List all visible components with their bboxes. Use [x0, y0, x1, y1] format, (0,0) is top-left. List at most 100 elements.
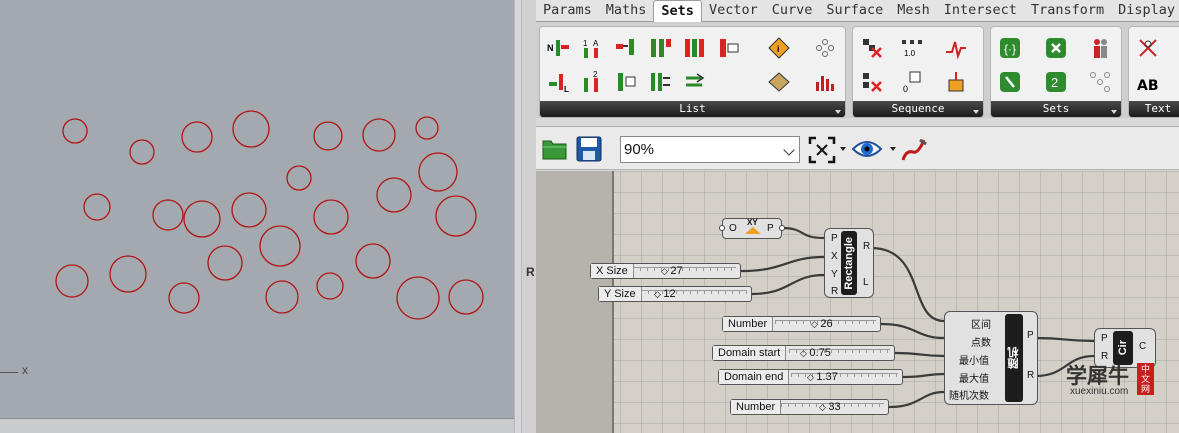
slider-domain-start[interactable]: Domain start0.75 — [712, 345, 895, 361]
random-icon[interactable] — [943, 69, 969, 95]
slider-value: 12 — [654, 287, 675, 301]
text-case-icon[interactable]: AB — [1135, 69, 1161, 95]
text-fragment-icon[interactable] — [1135, 35, 1161, 61]
split-list-icon[interactable] — [648, 35, 674, 61]
set-difference-icon[interactable] — [1043, 35, 1069, 61]
viewport-circle[interactable] — [83, 193, 111, 221]
tab-params[interactable]: Params — [536, 0, 599, 22]
range-icon[interactable]: 0 — [899, 69, 925, 95]
viewport-circle[interactable] — [415, 116, 439, 140]
random-component[interactable]: 区间 点数 最小值 最大值 随机次数 随机 P R — [944, 311, 1038, 405]
watermark-badge: 中文网 — [1137, 363, 1154, 395]
preview-eye-icon[interactable] — [851, 138, 883, 160]
viewport-circle[interactable] — [376, 177, 412, 213]
slider-x-size[interactable]: X Size27 — [590, 263, 741, 279]
member-index-icon[interactable] — [1087, 35, 1113, 61]
panel-expand-icon[interactable] — [835, 110, 841, 114]
tab-sets[interactable]: Sets — [653, 0, 702, 23]
viewport-circle[interactable] — [168, 282, 200, 314]
list-length-icon[interactable]: L — [546, 69, 572, 95]
panel-label-sequence: Sequence — [853, 101, 983, 117]
slider-y-size[interactable]: Y Size12 — [598, 286, 752, 302]
sub-list-icon[interactable] — [614, 69, 640, 95]
viewport-circle[interactable] — [129, 139, 155, 165]
panel-expand-icon[interactable] — [1111, 110, 1117, 114]
wire-domainend-to-random — [902, 372, 945, 379]
cull-index-icon[interactable] — [716, 35, 742, 61]
viewport-circle[interactable] — [55, 264, 89, 298]
canvas-edge-tab[interactable]: R — [526, 265, 535, 279]
viewport-circle[interactable] — [448, 279, 484, 315]
open-file-icon[interactable] — [542, 137, 568, 161]
replace-nulls-icon[interactable] — [766, 69, 792, 95]
wire-point-to-rect — [781, 226, 825, 240]
viewport-circle[interactable] — [109, 255, 147, 293]
sort-list-icon[interactable]: 1A — [580, 35, 606, 61]
slider-number-seed[interactable]: Number33 — [730, 399, 889, 415]
grip[interactable] — [779, 225, 785, 231]
partition-list-icon[interactable] — [682, 35, 708, 61]
preview-dropdown-icon[interactable] — [890, 147, 896, 151]
zoom-dropdown-icon[interactable] — [840, 147, 846, 151]
slider-domain-end[interactable]: Domain end1.37 — [718, 369, 903, 385]
tab-intersect[interactable]: Intersect — [937, 0, 1024, 22]
graph-mapper-icon[interactable] — [943, 35, 969, 61]
grip[interactable] — [719, 225, 725, 231]
viewport-circle[interactable] — [362, 118, 396, 152]
set-split-icon[interactable] — [997, 69, 1023, 95]
tab-maths[interactable]: Maths — [599, 0, 654, 22]
viewport-circle[interactable] — [418, 152, 458, 192]
rectangle-component[interactable]: P X Y R Rectangle R L — [824, 228, 874, 298]
viewport-circle[interactable] — [313, 199, 349, 235]
viewport-circle[interactable] — [286, 165, 312, 191]
slider-value: 27 — [661, 264, 682, 278]
panel-expand-icon[interactable] — [973, 110, 979, 114]
sketch-pen-icon[interactable] — [900, 136, 928, 164]
viewport-circle[interactable] — [232, 110, 270, 148]
set-union-icon[interactable]: {·} — [997, 35, 1023, 61]
cull-nth-icon[interactable] — [859, 35, 885, 61]
zoom-select[interactable]: 90% — [620, 136, 800, 163]
panel-splitter[interactable] — [514, 0, 522, 433]
viewport-circle[interactable] — [355, 243, 391, 279]
tab-mesh[interactable]: Mesh — [890, 0, 937, 22]
point-param-input: O — [729, 223, 737, 234]
wire-random-p-to-circle — [1035, 336, 1095, 343]
viewport-circle[interactable] — [313, 121, 343, 151]
rhino-viewport[interactable]: x — [0, 0, 514, 433]
reverse-list-icon[interactable]: 2 — [580, 69, 606, 95]
dispatch-icon[interactable]: i — [766, 35, 792, 61]
viewport-circle[interactable] — [183, 200, 221, 238]
slider-number-points[interactable]: Number26 — [722, 316, 881, 332]
histogram-icon[interactable] — [812, 69, 838, 95]
wire-number-to-random-count — [880, 322, 945, 340]
viewport-circle[interactable] — [396, 276, 440, 320]
viewport-circle[interactable] — [231, 192, 267, 228]
viewport-circle[interactable] — [265, 280, 299, 314]
weave-icon[interactable] — [648, 69, 674, 95]
viewport-circle[interactable] — [259, 225, 301, 267]
tab-display[interactable]: Display — [1111, 0, 1179, 22]
gh-canvas[interactable]: O XY P P X Y R Rectangle R L X Size27 Y … — [536, 171, 1179, 433]
viewport-circle[interactable] — [207, 245, 243, 281]
set-majority-icon[interactable]: 2 — [1043, 69, 1069, 95]
viewport-circle[interactable] — [435, 195, 477, 237]
carthesian-icon[interactable] — [1087, 69, 1113, 95]
zoom-extents-icon[interactable] — [808, 136, 836, 164]
point-param[interactable]: O XY P — [722, 218, 782, 239]
flip-list-icon[interactable] — [682, 69, 708, 95]
list-item-icon[interactable]: N — [546, 35, 572, 61]
viewport-circle[interactable] — [181, 121, 213, 153]
series-icon[interactable]: 1.0 — [899, 35, 925, 61]
save-file-icon[interactable] — [576, 136, 602, 162]
cull-pattern-icon[interactable] — [859, 69, 885, 95]
tab-vector[interactable]: Vector — [702, 0, 765, 22]
tab-transform[interactable]: Transform — [1024, 0, 1111, 22]
tab-curve[interactable]: Curve — [765, 0, 820, 22]
shift-list-icon[interactable] — [614, 35, 640, 61]
viewport-circle[interactable] — [152, 199, 184, 231]
null-item-icon[interactable] — [812, 35, 838, 61]
viewport-circle[interactable] — [62, 118, 88, 144]
tab-surface[interactable]: Surface — [819, 0, 890, 22]
viewport-circle[interactable] — [316, 272, 344, 300]
